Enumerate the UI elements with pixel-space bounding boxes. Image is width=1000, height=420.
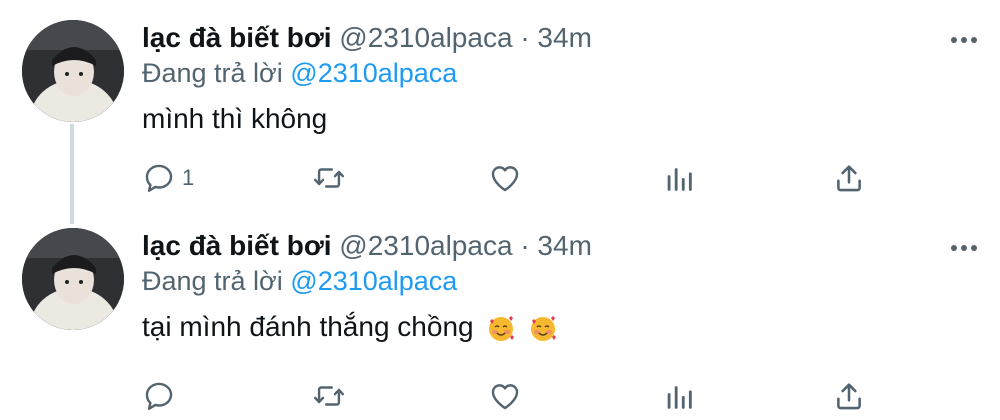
analytics-icon [667,168,692,191]
analytics-icon [667,386,692,409]
avatar[interactable] [22,228,124,330]
retweet-icon [313,168,345,188]
analytics-button[interactable] [662,378,696,414]
more-icon[interactable] [950,244,978,252]
share-button[interactable] [832,160,866,196]
tweet[interactable]: lạc đà biết bơi @2310alpaca · 34m Đang t… [0,0,1000,224]
smiling-face-with-hearts-icon [489,315,515,341]
like-icon [491,384,519,410]
reply-icon [145,164,173,192]
tweet-text-content: mình thì không [142,103,328,134]
reply-button[interactable]: 1 [142,160,194,196]
author-handle[interactable]: @2310alpaca [339,230,512,261]
reply-count: 1 [182,165,195,190]
timestamp[interactable]: 34m [537,230,591,261]
reply-button[interactable] [142,378,182,414]
replying-to-label: Đang trả lời [142,58,283,88]
author-handle[interactable]: @2310alpaca [339,22,512,53]
author-name[interactable]: lạc đà biết bơi [142,230,332,261]
tweet-header: lạc đà biết bơi @2310alpaca · 34m [142,229,592,263]
tweet-actions [142,378,882,418]
like-button[interactable] [488,160,522,196]
replying-to-handle[interactable]: @2310alpaca [290,58,457,88]
avatar[interactable] [22,20,124,122]
separator: · [520,230,530,261]
retweet-icon [313,386,345,406]
retweet-button[interactable] [312,160,346,196]
retweet-button[interactable] [312,378,346,414]
reply-icon [145,382,173,410]
share-icon [837,165,861,192]
tweet-text: tại mình đánh thắng chồng [142,309,557,345]
share-icon [837,383,861,410]
tweet-actions: 1 [142,160,882,200]
replying-to-handle[interactable]: @2310alpaca [290,266,457,296]
like-button[interactable] [488,378,522,414]
tweet-header: lạc đà biết bơi @2310alpaca · 34m [142,21,592,55]
share-button[interactable] [832,378,866,414]
replying-to: Đang trả lời @2310alpaca [142,264,457,298]
separator: · [520,22,530,53]
smiling-face-with-hearts-icon [531,315,557,341]
timestamp[interactable]: 34m [537,22,591,53]
author-name[interactable]: lạc đà biết bơi [142,22,332,53]
like-icon [491,166,519,192]
tweet[interactable]: lạc đà biết bơi @2310alpaca · 34m Đang t… [0,208,1000,416]
more-icon[interactable] [950,36,978,44]
analytics-button[interactable] [662,160,696,196]
tweet-text: mình thì không [142,101,327,137]
replying-to: Đang trả lời @2310alpaca [142,56,457,90]
replying-to-label: Đang trả lời [142,266,283,296]
tweet-text-content: tại mình đánh thắng chồng [142,311,474,342]
